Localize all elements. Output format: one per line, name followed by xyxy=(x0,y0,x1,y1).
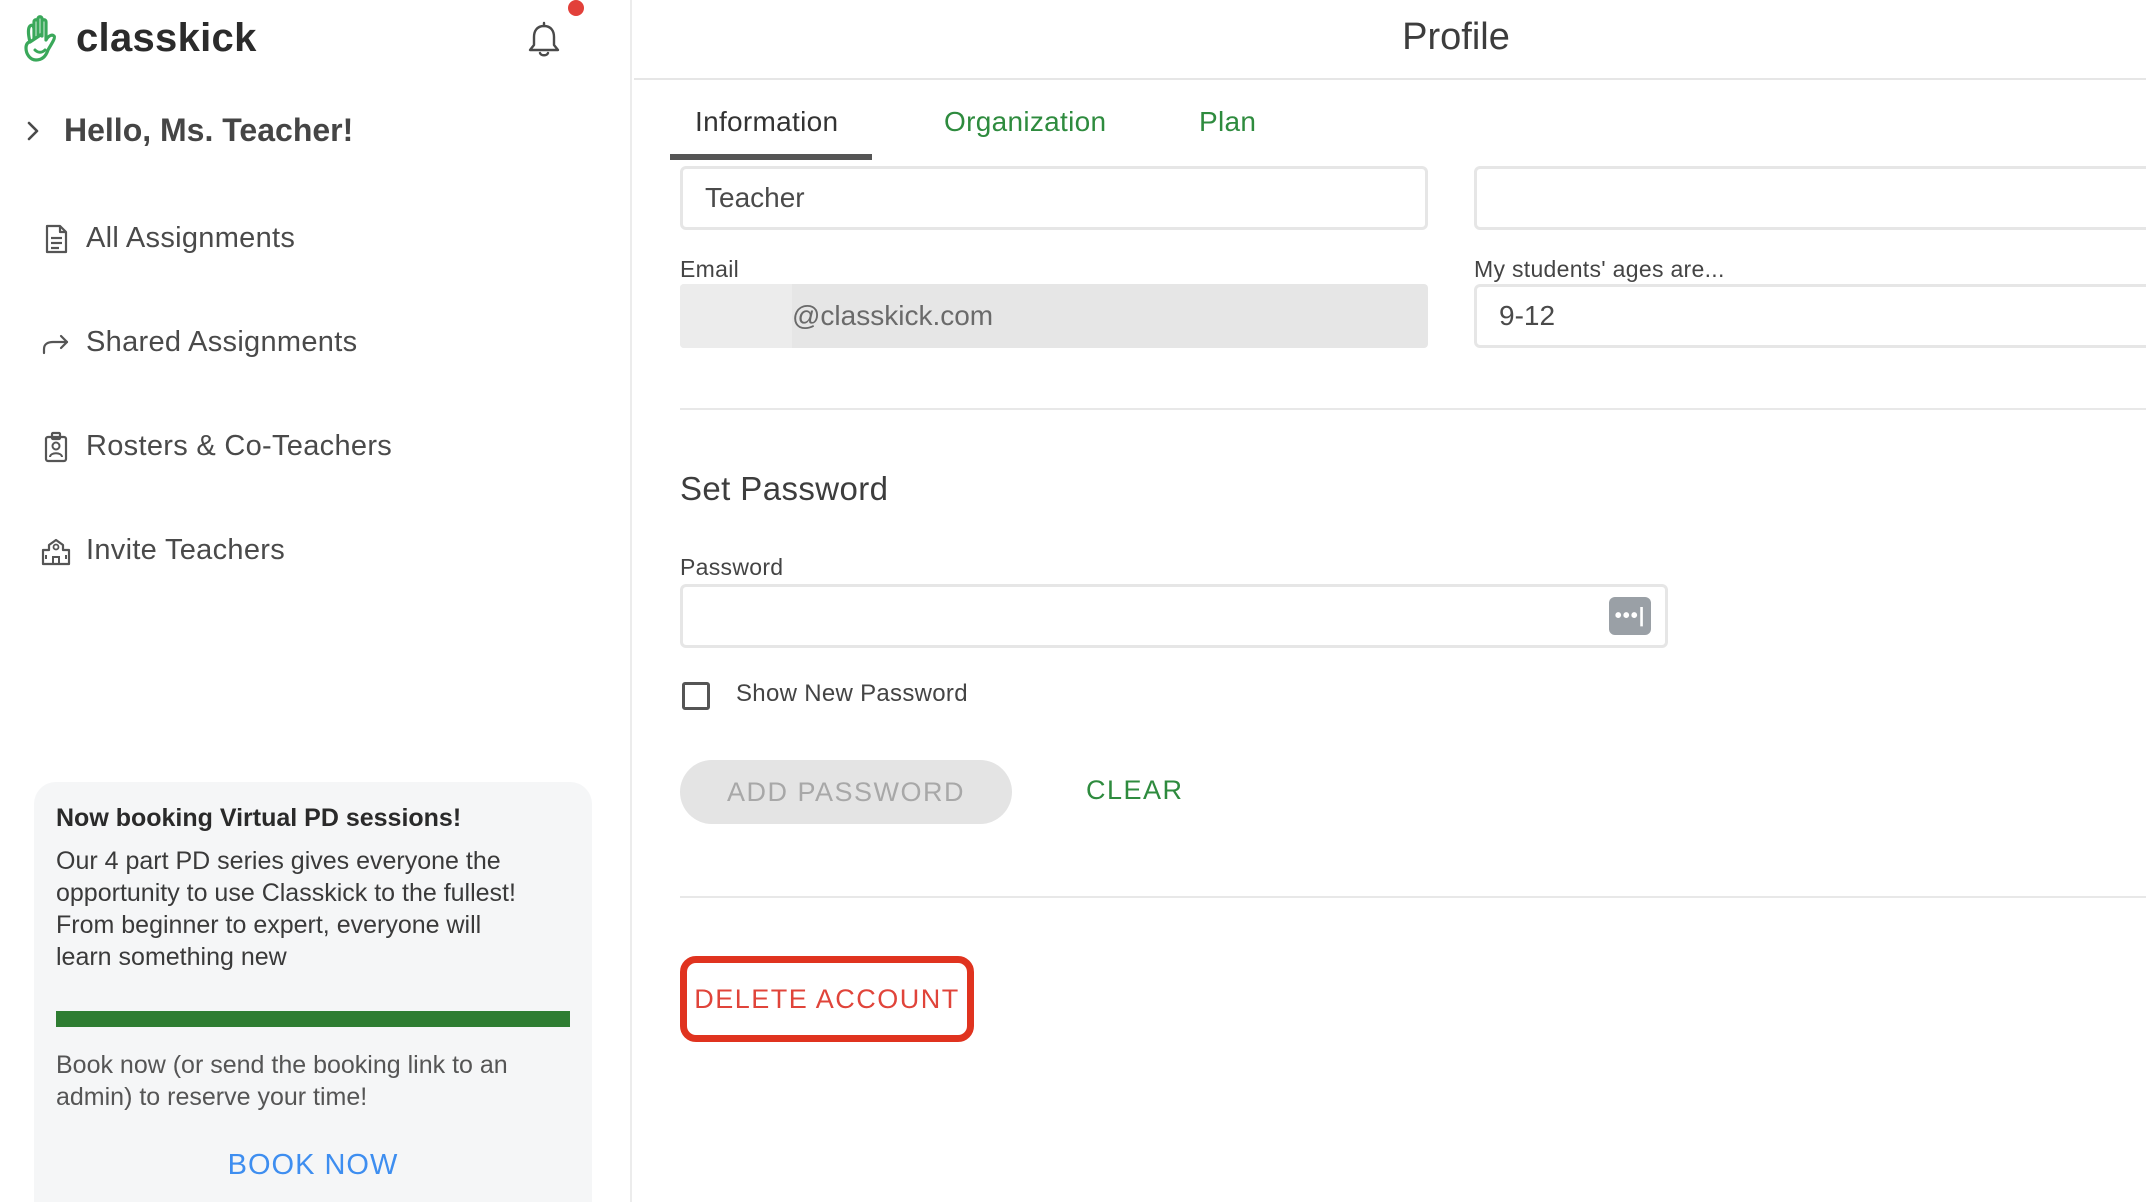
sidebar-item-all-assignments[interactable]: All Assignments xyxy=(40,222,295,255)
sidebar-item-invite-teachers[interactable]: Invite Teachers xyxy=(40,534,285,567)
show-password-label: Show New Password xyxy=(736,680,968,707)
password-manager-icon[interactable]: •••| xyxy=(1609,597,1651,635)
tab-information[interactable]: Information xyxy=(695,106,838,138)
delete-account-button[interactable]: DELETE ACCOUNT xyxy=(680,956,974,1042)
add-password-button[interactable]: ADD PASSWORD xyxy=(680,760,1012,824)
promo-card: Now booking Virtual PD sessions! Our 4 p… xyxy=(34,782,592,1202)
sidebar-item-label: Shared Assignments xyxy=(86,326,358,358)
share-arrow-icon xyxy=(42,334,69,354)
promo-body-line: Our 4 part PD series gives everyone the xyxy=(56,847,501,875)
bell-icon[interactable] xyxy=(526,20,562,60)
book-now-link[interactable]: BOOK NOW xyxy=(56,1149,570,1182)
show-password-checkbox[interactable] xyxy=(682,682,710,710)
greeting: Hello, Ms. Teacher! xyxy=(64,112,354,148)
hand-logo-icon xyxy=(24,15,56,62)
promo-body: Our 4 part PD series gives everyone the … xyxy=(56,845,570,973)
active-tab-indicator xyxy=(670,154,872,160)
tab-plan[interactable]: Plan xyxy=(1199,106,1256,138)
roster-badge-icon xyxy=(44,431,68,462)
promo-body-line: From beginner to expert, everyone will xyxy=(56,911,482,939)
student-ages-label: My students' ages are... xyxy=(1474,256,1725,282)
promo-body-line: learn something new xyxy=(56,943,287,971)
promo-body-line: opportunity to use Classkick to the full… xyxy=(56,879,516,907)
clear-button[interactable]: CLEAR xyxy=(1086,775,1184,806)
sidebar: classkick Hello, Ms. Teacher! All Assign… xyxy=(0,0,632,1202)
last-name-input[interactable]: Teacher xyxy=(680,166,1428,230)
promo-footer: Book now (or send the booking link to an… xyxy=(56,1049,570,1113)
page-header: Profile xyxy=(634,0,2146,80)
right-top-input[interactable] xyxy=(1474,166,2146,230)
page-title: Profile xyxy=(1402,16,1510,58)
brand-name: classkick xyxy=(76,15,257,60)
promo-footer-line: Book now (or send the booking link to an xyxy=(56,1051,508,1079)
account-toggle[interactable]: Hello, Ms. Teacher! xyxy=(22,112,353,149)
email-value: @classkick.com xyxy=(792,300,994,331)
chevron-right-icon xyxy=(27,121,39,140)
email-field: @classkick.com xyxy=(680,284,1428,348)
student-ages-select[interactable]: 9-12 xyxy=(1474,284,2146,348)
email-redacted-part xyxy=(680,284,792,348)
section-divider xyxy=(680,896,2146,898)
notification-dot xyxy=(568,0,584,16)
classkick-logo[interactable]: classkick xyxy=(16,12,257,64)
promo-title: Now booking Virtual PD sessions! xyxy=(56,804,462,832)
tab-organization[interactable]: Organization xyxy=(944,106,1106,138)
promo-divider-bar xyxy=(56,1011,570,1027)
sidebar-item-shared-assignments[interactable]: Shared Assignments xyxy=(40,326,357,359)
sidebar-item-label: All Assignments xyxy=(86,222,296,254)
email-label: Email xyxy=(680,256,740,282)
password-label: Password xyxy=(680,554,784,580)
sidebar-item-label: Rosters & Co-Teachers xyxy=(86,430,393,462)
school-building-icon xyxy=(41,538,71,565)
sidebar-item-rosters[interactable]: Rosters & Co-Teachers xyxy=(40,430,392,463)
sidebar-item-label: Invite Teachers xyxy=(86,534,286,566)
promo-footer-line: admin) to reserve your time! xyxy=(56,1083,368,1111)
profile-main: Profile Information Organization Plan Te… xyxy=(634,0,2146,1202)
document-icon xyxy=(45,224,68,253)
set-password-title: Set Password xyxy=(680,470,889,507)
password-input[interactable]: •••| xyxy=(680,584,1668,648)
section-divider xyxy=(680,408,2146,410)
